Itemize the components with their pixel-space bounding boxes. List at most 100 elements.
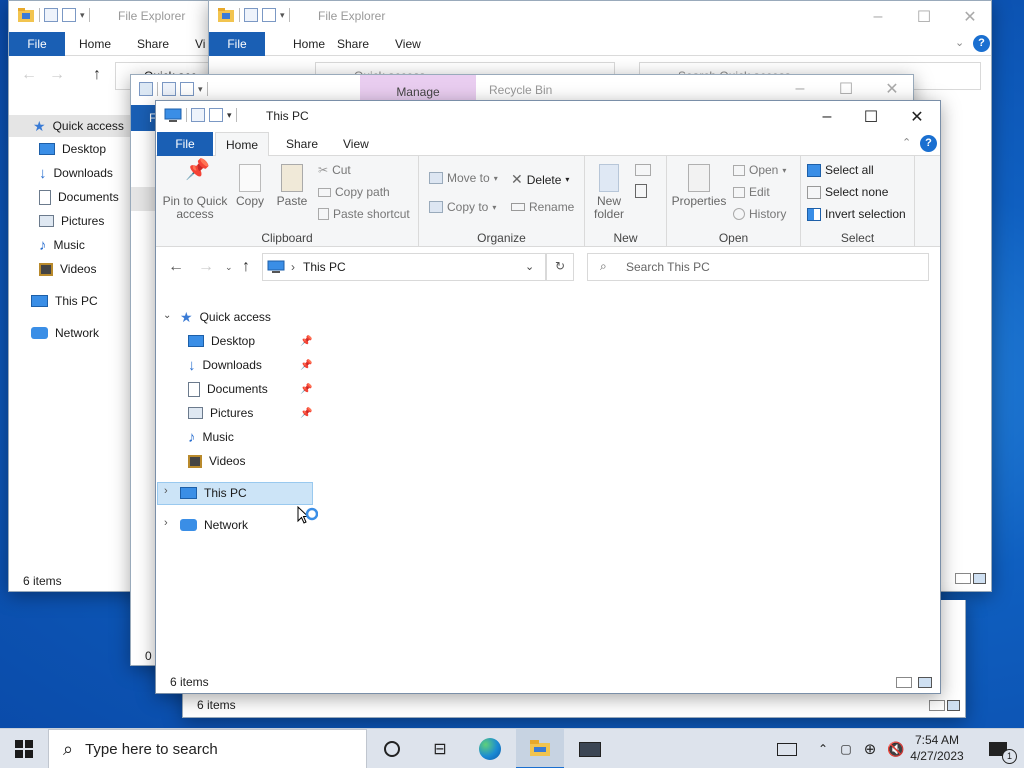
chevron-down-icon[interactable]: ▾ [198, 84, 203, 95]
sidebar-item-downloads[interactable]: ↓ Downloads [39, 162, 113, 184]
paste-shortcut-button[interactable]: Paste shortcut [318, 207, 410, 221]
pinned-icon[interactable]: 📌 [300, 408, 312, 419]
forward-arrow-icon[interactable]: → [198, 258, 214, 276]
tab-share[interactable]: Share [127, 32, 179, 56]
battery-icon[interactable]: ▢ [836, 729, 856, 768]
select-none-button[interactable]: Select none [807, 185, 888, 199]
new-folder-icon[interactable] [62, 8, 76, 22]
tab-file[interactable]: File [157, 132, 213, 156]
minimize-button[interactable]: – [777, 75, 823, 103]
mail-button[interactable] [566, 729, 614, 768]
tab-home[interactable]: Home [215, 132, 269, 157]
search-box[interactable]: ⌕ Search This PC [587, 253, 929, 281]
sidebar-item-pictures[interactable]: Pictures [39, 210, 104, 232]
taskbar-search[interactable]: ⌕ Type here to search [48, 729, 367, 768]
tab-home[interactable]: Home [69, 32, 121, 56]
forward-arrow-icon[interactable]: → [49, 66, 65, 84]
network-tray-button[interactable]: ⊕ [858, 729, 882, 768]
address-dropdown-icon[interactable]: ⌄ [525, 260, 534, 273]
delete-button[interactable]: ✕ Delete ▾ [511, 171, 569, 188]
pinned-icon[interactable]: 📌 [300, 360, 312, 371]
move-to-button[interactable]: Move to ▾ [429, 171, 498, 185]
paste-button[interactable]: Paste [272, 164, 312, 208]
maximize-button[interactable]: ☐ [901, 1, 947, 32]
details-view-icon[interactable] [955, 573, 971, 584]
file-explorer-taskbar-button[interactable] [516, 729, 564, 768]
minimize-button[interactable]: – [804, 101, 850, 132]
properties-icon[interactable] [162, 82, 176, 96]
edge-button[interactable] [466, 729, 514, 768]
maximize-button[interactable]: ☐ [848, 101, 894, 132]
task-view-button[interactable]: ⊟ [416, 729, 464, 768]
tree-item-documents[interactable]: Documents [188, 378, 268, 400]
sidebar-item-videos[interactable]: Videos [39, 258, 96, 280]
details-view-icon[interactable] [929, 700, 945, 711]
up-arrow-icon[interactable]: ↑ [93, 66, 101, 84]
sidebar-item-desktop[interactable]: Desktop [39, 138, 106, 160]
new-folder-button[interactable]: New folder [589, 164, 629, 221]
chevron-down-icon[interactable]: ▾ [80, 10, 85, 21]
easy-access-icon[interactable] [635, 184, 647, 198]
tree-item-downloads[interactable]: ↓ Downloads [188, 354, 262, 376]
back-arrow-icon[interactable]: ← [21, 66, 37, 84]
start-button[interactable] [0, 729, 48, 768]
clock[interactable]: 7:54 AM 4/27/2023 [906, 732, 968, 764]
tab-view[interactable]: View [333, 132, 379, 156]
this-pc-window[interactable]: ▾ This PC – ☐ ✕ File Home Share View ⌃ ?… [155, 100, 941, 694]
collapsed-chevron-icon[interactable]: › [164, 485, 168, 497]
tree-item-this-pc[interactable]: This PC [180, 482, 247, 504]
large-icons-view-icon[interactable] [947, 700, 960, 711]
minimize-button[interactable]: – [855, 1, 901, 32]
manage-context-tab[interactable]: Manage [360, 75, 476, 103]
maximize-button[interactable]: ☐ [823, 75, 869, 103]
new-folder-icon[interactable] [262, 8, 276, 22]
close-button[interactable]: ✕ [894, 101, 940, 132]
back-arrow-icon[interactable]: ← [168, 258, 184, 276]
sidebar-item-network[interactable]: Network [31, 322, 99, 344]
chevron-down-icon[interactable]: ▾ [227, 110, 232, 121]
expanded-chevron-icon[interactable]: ⌄ [163, 310, 171, 321]
properties-icon[interactable] [44, 8, 58, 22]
invert-selection-button[interactable]: Invert selection [807, 207, 906, 221]
address-text[interactable]: This PC [303, 260, 346, 274]
large-icons-view-icon[interactable] [973, 573, 986, 584]
pinned-icon[interactable]: 📌 [300, 384, 312, 395]
cortana-button[interactable] [370, 729, 414, 768]
tree-item-pictures[interactable]: Pictures [188, 402, 253, 424]
tree-item-desktop[interactable]: Desktop [188, 330, 255, 352]
sidebar-item-this-pc[interactable]: This PC [31, 290, 98, 312]
properties-button[interactable]: Properties [671, 164, 727, 208]
pinned-icon[interactable]: 📌 [300, 336, 312, 347]
pin-to-quick-access-button[interactable]: 📌 Pin to Quick access [162, 160, 228, 221]
select-all-button[interactable]: Select all [807, 163, 874, 177]
sidebar-item-documents[interactable]: Documents [39, 186, 119, 208]
tab-file[interactable]: File [209, 32, 265, 56]
tab-share[interactable]: Share [327, 32, 379, 56]
copy-button[interactable]: Copy [232, 164, 268, 208]
tree-item-quick-access[interactable]: ★ Quick access [180, 306, 271, 328]
tab-view[interactable]: View [385, 32, 431, 56]
touch-keyboard-button[interactable] [772, 729, 802, 768]
tree-item-music[interactable]: ♪ Music [188, 426, 234, 448]
properties-icon[interactable] [244, 8, 258, 22]
edit-button[interactable]: Edit [733, 185, 770, 199]
history-button[interactable]: History [733, 207, 786, 221]
new-folder-icon[interactable] [209, 108, 223, 122]
new-folder-icon[interactable] [180, 82, 194, 96]
close-button[interactable]: ✕ [869, 75, 913, 103]
copy-to-button[interactable]: Copy to ▾ [429, 200, 496, 214]
rename-button[interactable]: Rename [511, 200, 574, 214]
sidebar-item-music[interactable]: ♪ Music [39, 234, 85, 256]
address-bar[interactable]: › This PC ⌄ [262, 253, 546, 281]
help-icon[interactable]: ? [973, 35, 990, 52]
properties-icon[interactable] [191, 108, 205, 122]
refresh-button[interactable]: ↻ [546, 253, 574, 281]
tree-item-videos[interactable]: Videos [188, 450, 245, 472]
close-button[interactable]: ✕ [947, 1, 991, 32]
recent-locations-icon[interactable]: ⌄ [225, 262, 233, 273]
collapse-ribbon-icon[interactable]: ⌃ [902, 136, 911, 149]
collapsed-chevron-icon[interactable]: › [164, 517, 168, 529]
up-arrow-icon[interactable]: ↑ [242, 258, 250, 276]
help-icon[interactable]: ? [920, 135, 937, 152]
details-view-icon[interactable] [896, 677, 912, 688]
